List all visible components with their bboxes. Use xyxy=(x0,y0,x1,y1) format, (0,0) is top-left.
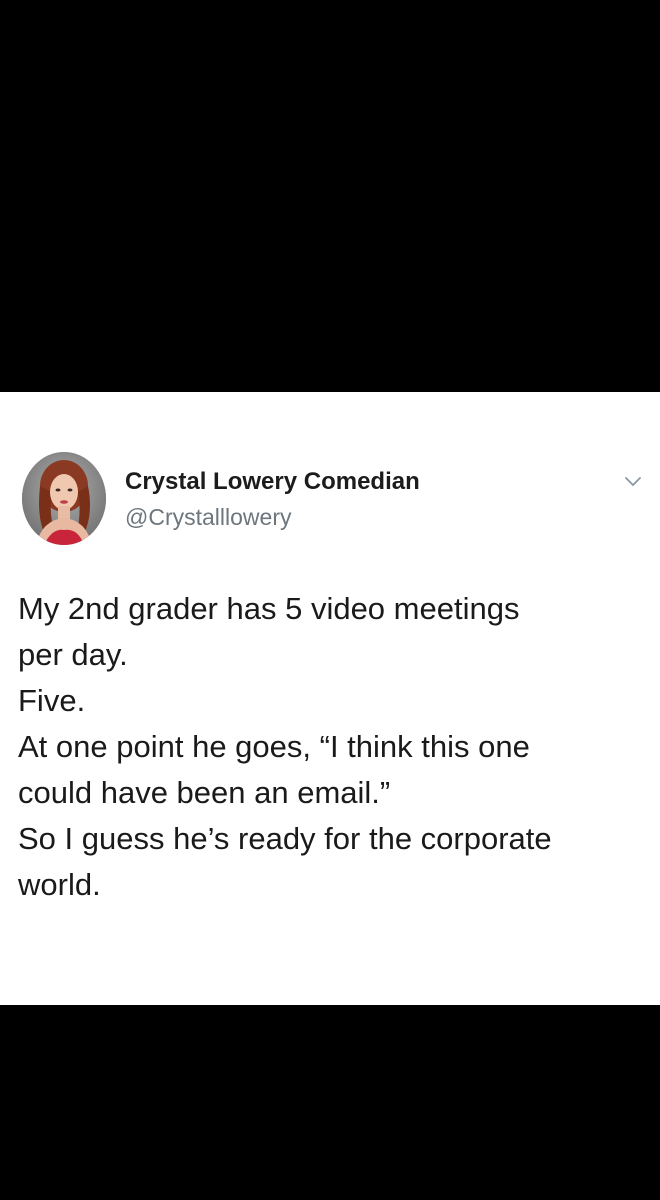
tweet-text: My 2nd grader has 5 video meetings per d… xyxy=(18,586,648,908)
chevron-down-icon[interactable] xyxy=(622,472,644,490)
tweet-text-line: At one point he goes, “I think this one xyxy=(18,729,530,764)
bottom-black-bar xyxy=(0,1005,660,1200)
tweet-text-line: per day. xyxy=(18,637,128,672)
tweet-text-line: My 2nd grader has 5 video meetings xyxy=(18,591,520,626)
avatar[interactable] xyxy=(22,452,106,545)
tweet-card: Crystal Lowery Comedian @Crystalllowery … xyxy=(0,392,660,1005)
tweet-text-line: could have been an email.” xyxy=(18,775,391,810)
tweet-text-line: So I guess he’s ready for the corporate xyxy=(18,821,552,856)
author-handle[interactable]: @Crystalllowery xyxy=(125,504,291,531)
author-name[interactable]: Crystal Lowery Comedian xyxy=(125,468,420,496)
tweet-text-line: Five. xyxy=(18,683,86,718)
profile-photo-icon xyxy=(22,452,106,545)
tweet-text-line: world. xyxy=(18,867,101,902)
top-black-bar xyxy=(0,0,660,392)
